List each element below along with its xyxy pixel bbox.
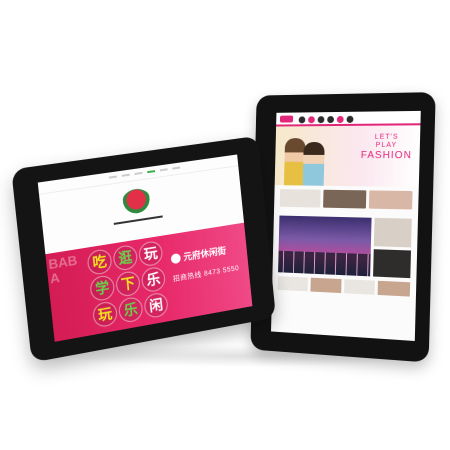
nav-link[interactable] — [159, 168, 168, 172]
hero-slogan: LET'S PLAY FASHION — [351, 134, 420, 162]
thumbnail-image[interactable] — [373, 248, 412, 279]
thumbnail-image[interactable] — [279, 189, 321, 208]
nav-icon[interactable] — [308, 116, 315, 124]
banner-character: 玩 — [137, 239, 164, 268]
hero-slogan-line: LET'S — [374, 133, 399, 141]
hero-slogan-line: PLAY — [375, 141, 398, 149]
banner-brand: 元府休闲街 — [170, 243, 227, 265]
banner-character: 闲 — [143, 291, 169, 320]
footer-link[interactable] — [75, 339, 92, 342]
product-mockup: LET'S PLAY FASHION BABA 吃 逛 玩 学 下 乐 玩 乐 … — [0, 0, 450, 450]
thumbnail-row — [279, 189, 413, 210]
gallery-block — [278, 215, 412, 279]
thumbnail-image[interactable] — [277, 276, 308, 292]
nav-link[interactable] — [121, 173, 130, 177]
hero-banner[interactable]: LET'S PLAY FASHION — [274, 125, 421, 188]
tablet-portrait: LET'S PLAY FASHION — [250, 92, 436, 363]
banner-character: 吃 — [86, 247, 113, 277]
thumbnail-image[interactable] — [368, 190, 413, 210]
footer-link[interactable] — [119, 331, 136, 337]
tablet-portrait-screen: LET'S PLAY FASHION — [271, 110, 421, 342]
footer-link[interactable] — [97, 335, 114, 341]
banner-hand-lettering: BABA — [47, 252, 78, 287]
watermelon-logo-icon[interactable] — [120, 187, 153, 218]
tablet-landscape: BABA 吃 逛 玩 学 下 乐 玩 乐 闲 元府休闲街 招商热线 8473 5… — [11, 135, 276, 363]
brand-mark-icon — [170, 252, 182, 264]
banner-phone: 招商热线 8473 5550 — [172, 265, 240, 284]
nav-link[interactable] — [134, 171, 143, 175]
nav-icon[interactable] — [298, 116, 306, 124]
thumbnail-image[interactable] — [343, 279, 376, 295]
nav-icon[interactable] — [317, 116, 325, 124]
thumbnail-image[interactable] — [373, 217, 412, 247]
nav-icon[interactable] — [327, 116, 335, 124]
tablet-landscape-screen: BABA 吃 逛 玩 学 下 乐 玩 乐 闲 元府休闲街 招商热线 8473 5… — [37, 154, 253, 342]
banner-character: 乐 — [140, 265, 167, 294]
banner-character-grid: 吃 逛 玩 学 下 乐 玩 乐 闲 — [86, 239, 171, 329]
nav-icon[interactable] — [346, 115, 354, 123]
banner-character: 玩 — [91, 300, 119, 329]
nav-link[interactable] — [147, 170, 156, 174]
banner-character: 下 — [114, 269, 142, 298]
logo-caption — [113, 215, 163, 225]
nav-link[interactable] — [172, 166, 181, 170]
banner-character: 学 — [89, 274, 116, 303]
thumbnail-image[interactable] — [377, 280, 411, 297]
city-night-image[interactable] — [278, 215, 372, 277]
thumbnail-image[interactable] — [310, 277, 342, 294]
thumbnail-image[interactable] — [323, 189, 367, 209]
site-nav — [298, 115, 354, 124]
side-thumbnails — [373, 217, 412, 279]
banner-character: 乐 — [117, 295, 144, 324]
banner-character: 逛 — [112, 243, 139, 272]
bottom-thumbnails — [272, 274, 416, 299]
hero-model-image — [302, 142, 325, 186]
site-logo — [279, 115, 294, 123]
footer-link[interactable] — [140, 327, 157, 333]
nav-icon[interactable] — [336, 115, 344, 123]
hero-slogan-line: FASHION — [360, 149, 413, 162]
site-header — [276, 110, 421, 127]
feature-section — [274, 185, 419, 217]
banner-brand-name: 元府休闲街 — [182, 245, 227, 263]
nav-link[interactable] — [108, 175, 117, 179]
